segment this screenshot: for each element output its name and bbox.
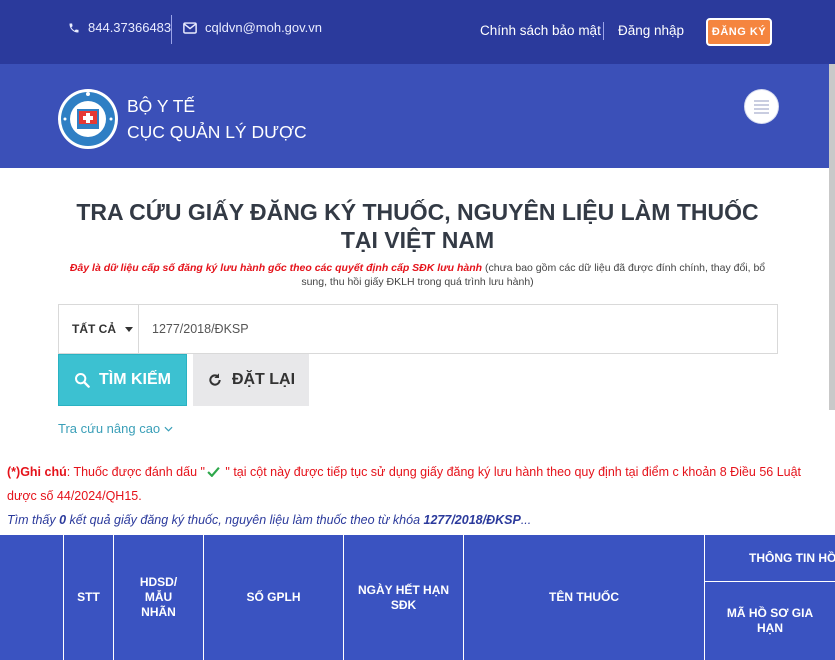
page-title-line-1: TRA CỨU GIẤY ĐĂNG KÝ THUỐC, NGUYÊN LIỆU … (76, 199, 759, 225)
advanced-search-link[interactable]: Tra cứu nâng cao (58, 421, 173, 436)
menu-icon-line (754, 112, 769, 114)
search-input[interactable] (139, 305, 777, 353)
ministry-line-2: CỤC QUẢN LÝ DƯỢC (127, 122, 307, 142)
login-link[interactable]: Đăng nhập (618, 23, 684, 38)
note-text: (*)Ghi chú: Thuốc được đánh dấu " " tại … (7, 460, 832, 508)
phone-contact: 844.37366483 (68, 20, 171, 35)
toplink-divider (603, 22, 604, 40)
result-keyword: 1277/2018/ĐKSP (423, 513, 521, 527)
search-button-label: TÌM KIẾM (99, 371, 171, 388)
privacy-link[interactable]: Chính sách bảo mật (480, 23, 601, 38)
email-address[interactable]: cqldvn@moh.gov.vn (205, 20, 322, 35)
email-contact[interactable]: cqldvn@moh.gov.vn (183, 20, 322, 35)
advanced-search-label[interactable]: Tra cứu nâng cao (58, 421, 160, 436)
reset-button[interactable]: ĐẶT LẠI (193, 354, 309, 406)
ministry-line-1: BỘ Y TẾ (127, 96, 196, 116)
search-icon (75, 373, 90, 388)
menu-icon (754, 100, 769, 102)
filter-dropdown[interactable]: TẤT CẢ (59, 305, 139, 353)
check-icon (207, 466, 220, 478)
ministry-logo[interactable] (57, 88, 119, 150)
page-title: TRA CỨU GIẤY ĐĂNG KÝ THUỐC, NGUYÊN LIỆU … (40, 198, 795, 254)
result-part-1: Tìm thấy (7, 513, 60, 527)
scrollbar[interactable] (829, 64, 835, 410)
caret-down-icon (125, 326, 133, 332)
envelope-icon (183, 21, 197, 34)
phone-icon (69, 23, 79, 32)
page-title-line-2: TẠI VIỆT NAM (340, 227, 495, 253)
column-header-so-gplh[interactable]: SỐ GPLH (204, 535, 343, 660)
ministry-name: BỘ Y TẾ CỤC QUẢN LÝ DƯỢC (127, 93, 307, 145)
column-group-header: THÔNG TIN HỒ (749, 550, 835, 565)
result-part-3: ... (520, 513, 532, 527)
refresh-icon (209, 373, 221, 386)
menu-icon-line (754, 108, 769, 110)
contact-divider (171, 15, 172, 44)
column-header-stt[interactable]: STT (64, 535, 113, 660)
chevron-down-icon (164, 426, 173, 432)
filter-label: TẤT CẢ (72, 322, 116, 336)
data-disclaimer: Đây là dữ liệu cấp số đăng ký lưu hành g… (60, 262, 775, 289)
disclaimer-highlight: Đây là dữ liệu cấp số đăng ký lưu hành g… (69, 262, 483, 274)
search-button[interactable]: TÌM KIẾM (58, 354, 187, 406)
result-part-2: kết quả giấy đăng ký thuốc, nguyên liệu … (66, 513, 424, 527)
result-count: 0 (59, 513, 67, 527)
column-header-ten-thuoc[interactable]: TÊN THUỐC (464, 535, 704, 660)
note-part-1: : Thuốc được đánh dấu " (66, 465, 205, 479)
result-summary: Tìm thấy 0 kết quả giấy đăng ký thuốc, n… (7, 513, 531, 527)
menu-button[interactable] (745, 90, 778, 123)
column-header-ngay-het-han[interactable]: NGÀY HẾT HẠN SĐK (344, 535, 463, 660)
menu-icon-line (754, 104, 769, 106)
note-prefix: (*)Ghi chú (7, 465, 67, 479)
reset-button-label: ĐẶT LẠI (231, 371, 296, 388)
column-header-ma-ho-so[interactable]: MÃ HỒ SƠ GIA HẠN (705, 582, 835, 660)
site-header (0, 64, 835, 168)
phone-number: 844.37366483 (88, 20, 172, 35)
search-box: TẤT CẢ (58, 304, 778, 354)
column-header-hdsd[interactable]: HDSD/ MẪU NHÃN (114, 535, 203, 660)
register-button[interactable]: ĐĂNG KÝ (706, 18, 772, 46)
